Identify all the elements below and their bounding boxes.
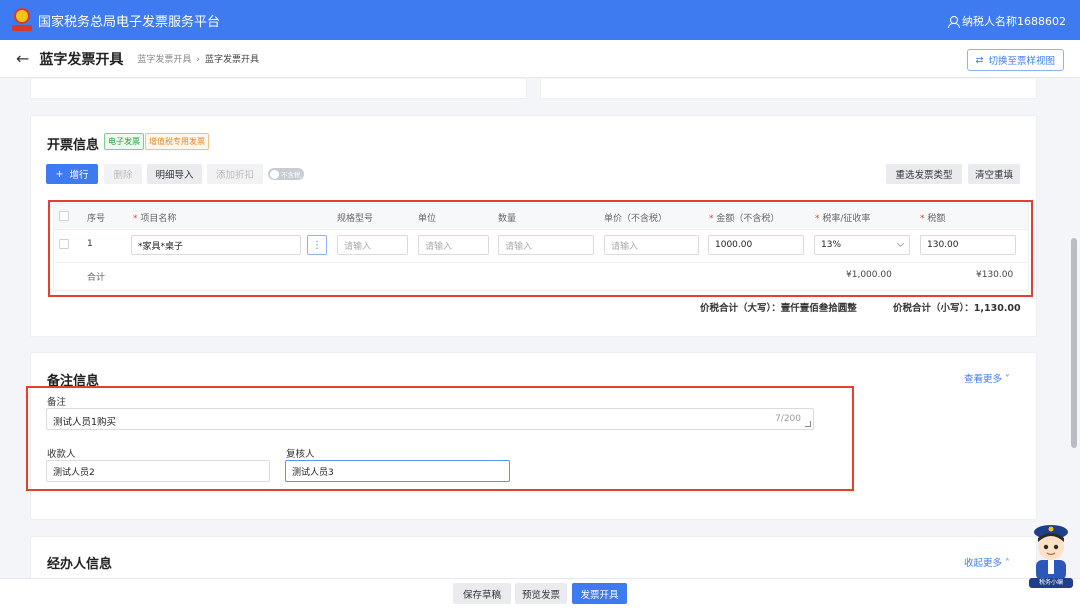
clear-refill-button[interactable]: 清空重填 [968,164,1020,184]
toggle-label: 不含税 [281,171,301,179]
view-more-link[interactable]: 查看更多 ˅ [964,371,1010,385]
add-discount-button[interactable]: 添加折扣 [207,164,263,184]
plus-icon: + [55,168,64,180]
highlight-box-items [48,200,1033,297]
grand-total-lower: 价税合计（小写）：1,130.00 [893,303,1021,314]
assistant-mascot[interactable]: 税务小编 [1026,520,1076,590]
add-row-button[interactable]: + 增行 [46,164,98,184]
switch-view-label: 切换至票样视图 [988,56,1055,67]
tax-emblem-icon [12,8,32,32]
breadcrumb-separator-icon: › [196,55,201,65]
user-name: 纳税人名称1688602 [962,15,1066,28]
back-arrow-icon[interactable]: ← [16,49,29,68]
user-icon [948,15,960,28]
invoice-info-title: 开票信息 [47,138,100,153]
swap-arrows-icon: ⇄ [975,54,984,66]
top-bar: 国家税务总局电子发票服务平台 纳税人名称1688602 [0,0,1080,40]
chevron-down-icon: ˅ [1002,374,1010,385]
page-title: 蓝字发票开具 [39,51,124,68]
switch-to-sample-view-button[interactable]: ⇄ 切换至票样视图 [966,49,1064,71]
chevron-up-icon: ˄ [1002,558,1010,569]
import-detail-button[interactable]: 明细导入 [147,164,202,184]
user-menu[interactable]: 纳税人名称1688602 [948,13,1066,29]
tag-e-invoice: 电子发票 [104,133,144,150]
page-header: ← 蓝字发票开具 蓝字发票开具 › 蓝字发票开具 ⇄ 切换至票样视图 [0,40,1080,78]
tax-inclusive-toggle[interactable]: 不含税 [268,168,304,180]
scrollbar-thumb[interactable] [1071,238,1077,448]
issue-invoice-button[interactable]: 发票开具 [572,583,627,604]
add-row-label: 增行 [69,170,89,181]
mascot-caption: 税务小编 [1038,579,1063,586]
platform-title: 国家税务总局电子发票服务平台 [38,14,221,30]
save-draft-button[interactable]: 保存草稿 [453,583,511,604]
tag-vat-special: 增值税专用发票 [145,133,209,150]
highlight-box-remarks [26,386,854,491]
toggle-knob [270,169,279,179]
preview-invoice-button[interactable]: 预览发票 [515,583,567,604]
reselect-invoice-type-button[interactable]: 重选发票类型 [886,164,962,184]
delete-row-button[interactable]: 删除 [104,164,142,184]
bottom-action-bar: 保存草稿 预览发票 发票开具 [0,578,1080,608]
breadcrumb-current: 蓝字发票开具 [205,55,260,65]
grand-total-upper: 价税合计（大写）：壹仟壹佰叁拾圆整 [700,303,857,314]
handler-card [30,536,1037,578]
breadcrumb-item[interactable]: 蓝字发票开具 [137,55,191,65]
breadcrumb: 蓝字发票开具 › 蓝字发票开具 [137,52,259,65]
main-content: 开票信息 电子发票 增值税专用发票 + 增行 删除 明细导入 添加折扣 不含税 重… [0,79,1080,578]
collapse-link[interactable]: 收起更多 ˄ [964,555,1010,569]
buyer-card [30,79,527,99]
handler-title: 经办人信息 [47,557,113,572]
seller-card [540,79,1037,99]
